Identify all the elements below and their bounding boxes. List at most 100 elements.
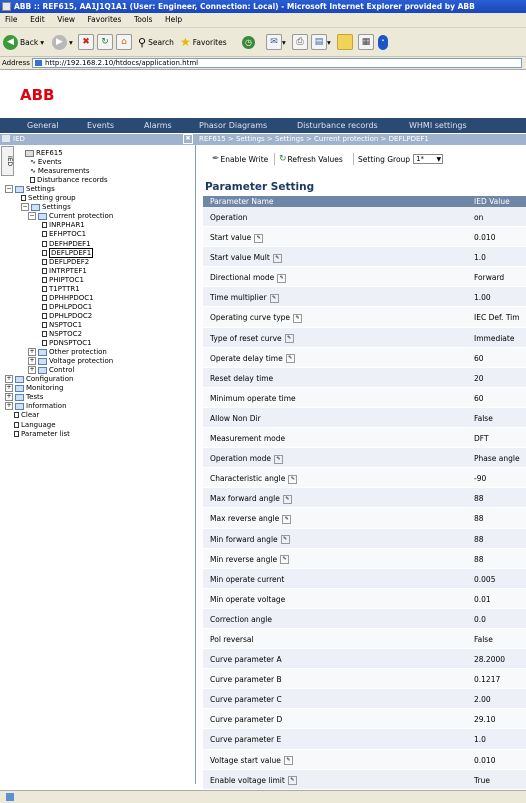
mail-dropdown-icon[interactable]: ▾ [282, 38, 286, 47]
parameter-value[interactable]: 1.0 [474, 253, 486, 262]
refresh-values-button[interactable]: ↻ Refresh Values [279, 152, 343, 166]
back-dropdown-icon[interactable]: ▾ [40, 38, 44, 47]
expand-icon[interactable]: + [5, 384, 13, 393]
expand-icon[interactable]: + [5, 393, 13, 402]
expand-icon[interactable]: + [28, 366, 36, 375]
table-row[interactable]: Min reverse angle ✎ 88 [203, 548, 526, 569]
table-row[interactable]: Max reverse angle ✎ 88 [203, 508, 526, 529]
table-row[interactable]: Directional mode ✎ Forward [203, 267, 526, 288]
info-icon[interactable]: ✎ [283, 756, 293, 766]
mail-button[interactable]: ✉ ▾ [266, 34, 286, 50]
table-row[interactable]: Min operate voltage 0.01 [203, 588, 526, 609]
parameter-value[interactable]: 88 [474, 514, 484, 523]
parameter-value[interactable]: 60 [474, 394, 484, 403]
info-icon[interactable]: ✎ [273, 454, 283, 464]
parameter-value[interactable]: 29.10 [474, 715, 495, 724]
info-icon[interactable]: ✎ [282, 494, 292, 504]
table-row[interactable]: Min operate current 0.005 [203, 568, 526, 589]
table-row[interactable]: Characteristic angle ✎ -90 [203, 468, 526, 489]
edit-button[interactable]: ▤ ▾ [311, 34, 331, 50]
table-row[interactable]: Reset delay time 20 [203, 367, 526, 388]
nav-alarms[interactable]: Alarms [144, 121, 172, 130]
parameter-value[interactable]: False [474, 414, 493, 423]
info-icon[interactable]: ✎ [280, 535, 290, 544]
table-row[interactable]: Operating curve type ✎ IEC Def. Tim [203, 307, 526, 328]
table-row[interactable]: Operation mode ✎ Phase angle [203, 448, 526, 469]
parameter-value[interactable]: 0.0 [474, 615, 486, 624]
nav-events[interactable]: Events [87, 121, 114, 130]
enable-write-button[interactable]: ✒ Enable Write [212, 152, 268, 166]
close-icon[interactable]: ✖ [183, 134, 193, 144]
history-button[interactable]: ◷ [242, 34, 257, 50]
parameter-value[interactable]: 1.0 [474, 735, 486, 744]
edit-dropdown-icon[interactable]: ▾ [327, 38, 331, 47]
favorites-button[interactable]: ★ Favorites [180, 34, 227, 50]
nav-whmi-settings[interactable]: WHMI settings [409, 121, 467, 130]
collapse-icon[interactable]: − [21, 203, 29, 212]
parameter-value[interactable]: DFT [474, 434, 489, 443]
parameter-value[interactable]: 0.010 [474, 756, 495, 765]
expand-icon[interactable]: + [28, 348, 36, 357]
parameter-value[interactable]: 20 [474, 374, 484, 383]
info-icon[interactable]: ✎ [293, 313, 303, 323]
nav-general[interactable]: General [27, 121, 59, 130]
parameter-value[interactable]: 88 [474, 555, 484, 564]
parameter-value[interactable]: 60 [474, 354, 484, 363]
table-row[interactable]: Allow Non Dir False [203, 407, 526, 429]
nav-phasor-diagrams[interactable]: Phasor Diagrams [199, 121, 267, 130]
collapse-icon[interactable]: − [28, 212, 36, 221]
tree-item[interactable]: Parameter list [14, 429, 70, 439]
table-row[interactable]: Start value Mult ✎ 1.0 [203, 247, 526, 268]
table-row[interactable]: Start value ✎ 0.010 [203, 227, 526, 248]
parameter-value[interactable]: on [474, 213, 483, 222]
search-button[interactable]: ⚲ Search [138, 34, 174, 50]
menu-favorites[interactable]: Favorites [83, 13, 127, 24]
parameter-value[interactable]: Phase angle [474, 454, 520, 463]
table-row[interactable]: Curve parameter C 2.00 [203, 689, 526, 710]
table-row[interactable]: Voltage start value ✎ 0.010 [203, 749, 526, 770]
info-icon[interactable]: ✎ [285, 354, 295, 364]
menu-view[interactable]: View [52, 13, 80, 24]
parameter-value[interactable]: 0.005 [474, 575, 495, 584]
parameter-value[interactable]: 1.00 [474, 293, 491, 302]
folder-button[interactable] [337, 34, 353, 50]
table-row[interactable]: Time multiplier ✎ 1.00 [203, 287, 526, 308]
info-icon[interactable]: ✎ [272, 253, 282, 263]
print-button[interactable]: ⎙ [292, 34, 308, 50]
setting-group-select[interactable]: 1* ▼ [413, 154, 444, 164]
menu-help[interactable]: Help [160, 13, 187, 24]
table-row[interactable]: Correction angle 0.0 [203, 608, 526, 629]
table-row[interactable]: Min forward angle ✎ 88 [203, 528, 526, 549]
info-icon[interactable]: ✎ [287, 776, 297, 786]
forward-button[interactable]: ▶ ▾ [52, 34, 73, 50]
address-input[interactable]: http://192.168.2.10/htdocs/application.h… [32, 58, 522, 68]
table-row[interactable]: Curve parameter A 28.2000 [203, 649, 526, 670]
info-icon[interactable]: ✎ [277, 273, 287, 283]
parameter-value[interactable]: False [474, 635, 493, 644]
home-button[interactable]: ⌂ [116, 34, 132, 50]
refresh-button[interactable]: ↻ [97, 34, 113, 50]
parameter-value[interactable]: True [474, 776, 490, 785]
parameter-value[interactable]: 0.010 [474, 233, 495, 242]
table-row[interactable]: Operate delay time ✎ 60 [203, 347, 526, 368]
expand-icon[interactable]: + [5, 375, 13, 384]
table-row[interactable]: Curve parameter B 0.1217 [203, 669, 526, 690]
back-button[interactable]: ◀ Back ▾ [3, 34, 44, 50]
nav-disturbance-records[interactable]: Disturbance records [297, 121, 378, 130]
parameter-value[interactable]: 88 [474, 535, 484, 544]
table-row[interactable]: Measurement mode DFT [203, 428, 526, 449]
table-row[interactable]: Pol reversal False [203, 628, 526, 650]
info-icon[interactable]: ✎ [269, 293, 279, 303]
table-row[interactable]: Minimum operate time 60 [203, 387, 526, 408]
menu-edit[interactable]: Edit [25, 13, 50, 24]
table-row[interactable]: Type of reset curve ✎ Immediate [203, 327, 526, 348]
table-row[interactable]: Operation on [203, 207, 526, 228]
table-row[interactable]: Curve parameter D 29.10 [203, 709, 526, 730]
info-icon[interactable]: ✎ [282, 514, 292, 524]
parameter-value[interactable]: 0.1217 [474, 675, 500, 684]
menu-tools[interactable]: Tools [129, 13, 157, 24]
ied-vertical-tab[interactable]: IED [1, 146, 14, 176]
table-row[interactable]: Enable voltage limit ✎ True [203, 769, 526, 790]
expand-icon[interactable]: + [5, 402, 13, 411]
parameter-value[interactable]: -90 [474, 474, 486, 483]
